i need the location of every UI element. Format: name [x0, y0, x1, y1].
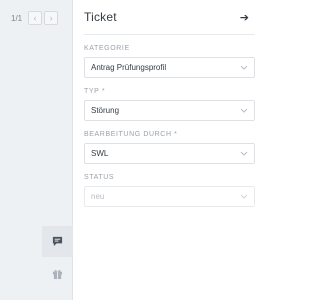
field-value: neu: [91, 192, 105, 201]
kategorie-select[interactable]: Antrag Prüfungsprofil: [84, 57, 255, 78]
field-kategorie: KATEGORIE Antrag Prüfungsprofil: [84, 45, 255, 78]
ticket-panel: Ticket ➔ KATEGORIE Antrag Prüfungsprofil…: [74, 0, 263, 300]
panel-header: Ticket ➔: [84, 0, 255, 35]
chat-icon: [52, 236, 63, 247]
chevron-down-icon: [240, 65, 248, 70]
gift-button[interactable]: [42, 258, 73, 289]
left-sidebar: 1/1 ‹ ›: [0, 0, 73, 300]
field-status: STATUS neu: [84, 174, 255, 207]
field-label: TYP *: [84, 88, 106, 95]
chevron-down-icon: [240, 151, 248, 156]
pager-prev-button[interactable]: ‹: [28, 11, 43, 25]
chevron-down-icon: [240, 108, 248, 113]
arrow-right-icon[interactable]: ➔: [240, 11, 249, 24]
gift-icon: [52, 269, 63, 279]
chevron-down-icon: [240, 194, 248, 199]
field-label: BEARBEITUNG DURCH *: [84, 131, 178, 138]
field-typ: TYP * Störung: [84, 88, 255, 121]
typ-select[interactable]: Störung: [84, 100, 255, 121]
chevron-right-icon: ›: [49, 12, 53, 23]
panel-title: Ticket: [84, 10, 117, 24]
status-select: neu: [84, 186, 255, 207]
field-label: KATEGORIE: [84, 45, 130, 52]
chevron-left-icon: ‹: [33, 12, 37, 23]
field-value: Antrag Prüfungsprofil: [91, 63, 167, 72]
pager-count: 1/1: [11, 13, 23, 23]
pager-next-button[interactable]: ›: [44, 11, 59, 25]
chat-button[interactable]: [42, 226, 73, 257]
field-label: STATUS: [84, 174, 115, 181]
pager: 1/1 ‹ ›: [11, 11, 59, 25]
field-value: SWL: [91, 149, 109, 158]
bearbeitung-select[interactable]: SWL: [84, 143, 255, 164]
field-bearbeitung: BEARBEITUNG DURCH * SWL: [84, 131, 255, 164]
field-value: Störung: [91, 106, 120, 115]
